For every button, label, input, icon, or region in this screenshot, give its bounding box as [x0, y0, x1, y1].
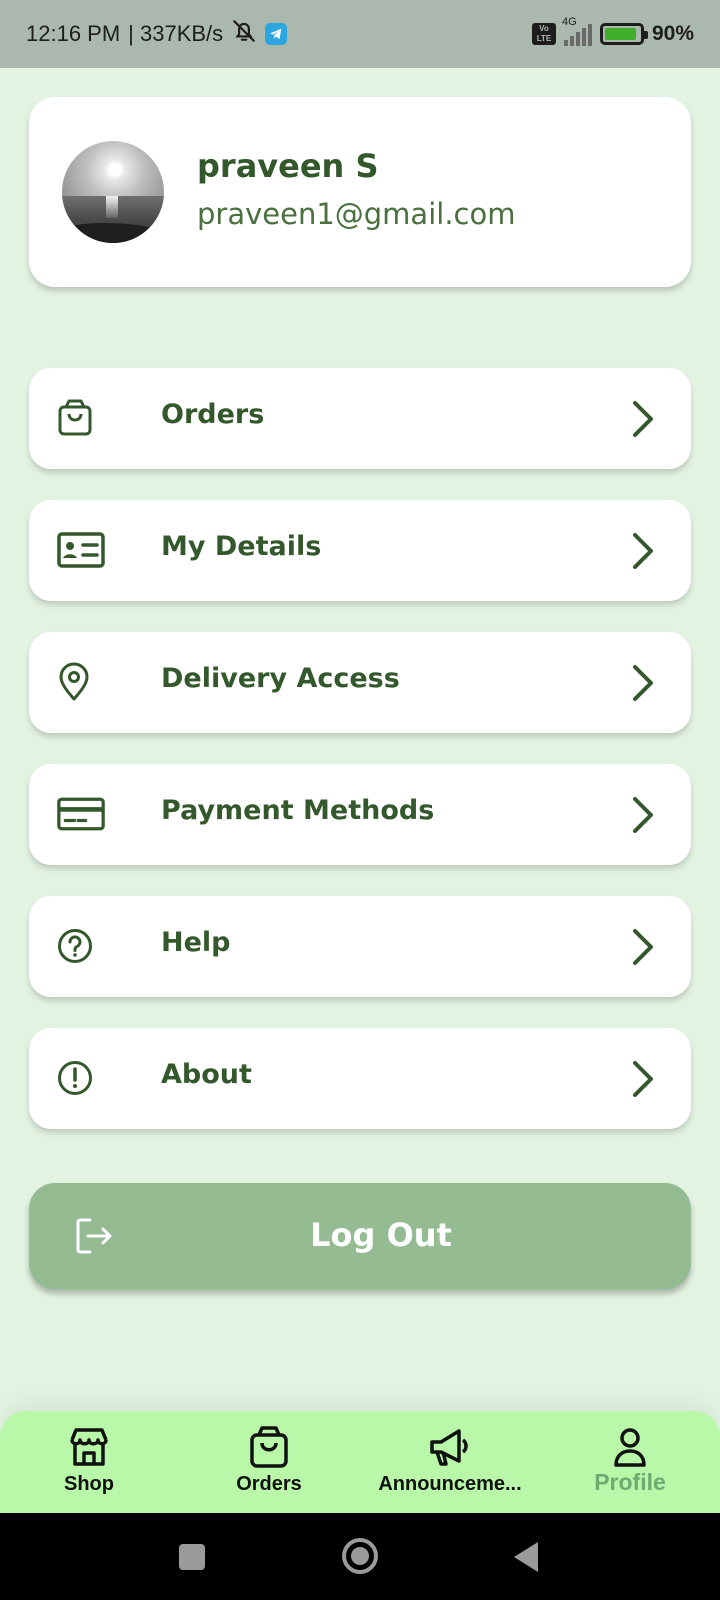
chevron-right-icon: [633, 533, 653, 569]
person-icon: [614, 1428, 646, 1467]
battery-fill: [604, 28, 636, 40]
menu-item-label: Delivery Access: [161, 663, 400, 694]
logout-button[interactable]: Log Out: [29, 1183, 691, 1289]
chevron-right-icon: [633, 665, 653, 701]
logout-label: Log Out: [310, 1216, 452, 1254]
menu-item-orders[interactable]: Orders: [29, 368, 691, 469]
status-bar: 12:16 PM | 337KB/s Vo LTE 4G 90%: [0, 0, 720, 68]
nav-label: Orders: [236, 1473, 302, 1495]
nav-item-shop[interactable]: Shop: [4, 1425, 174, 1505]
volte-icon: Vo LTE: [531, 23, 556, 45]
avatar[interactable]: [62, 141, 164, 243]
status-time: 12:16 PM: [26, 21, 121, 46]
menu-item-about[interactable]: About: [29, 1028, 691, 1129]
status-right: Vo LTE 4G 90%: [531, 16, 694, 46]
menu-item-label: Orders: [161, 399, 265, 430]
status-speed: | 337KB/s: [128, 21, 224, 46]
storefront-icon: [70, 1428, 108, 1466]
shopping-bag-icon: [57, 394, 105, 442]
nav-item-announcements[interactable]: Announceme...: [365, 1425, 535, 1505]
menu-item-label: Help: [161, 927, 231, 958]
recent-apps-button[interactable]: [179, 1544, 205, 1570]
system-nav-bar: [0, 1513, 720, 1600]
shopping-bag-icon: [250, 1426, 288, 1468]
menu-item-label: My Details: [161, 531, 322, 562]
status-left: 12:16 PM | 337KB/s: [26, 18, 288, 50]
menu-item-payment-methods[interactable]: Payment Methods: [29, 764, 691, 865]
back-button[interactable]: [514, 1542, 538, 1572]
profile-card[interactable]: praveen S praveen1@gmail.com: [29, 97, 691, 287]
network-type: 4G: [561, 16, 577, 28]
profile-name: praveen S: [197, 147, 379, 185]
id-card-icon: [57, 526, 105, 574]
menu-item-my-details[interactable]: My Details: [29, 500, 691, 601]
question-circle-icon: [57, 922, 105, 970]
chevron-right-icon: [633, 797, 653, 833]
menu-item-delivery-access[interactable]: Delivery Access: [29, 632, 691, 733]
chevron-right-icon: [633, 929, 653, 965]
menu-item-help[interactable]: Help: [29, 896, 691, 997]
nav-label: Profile: [594, 1469, 666, 1495]
nav-item-orders[interactable]: Orders: [184, 1425, 354, 1505]
exclamation-circle-icon: [57, 1054, 105, 1102]
nav-label: Shop: [64, 1473, 114, 1495]
bell-off-icon: [231, 18, 257, 50]
battery-icon: [599, 23, 648, 45]
battery-percent: 90%: [651, 22, 694, 45]
megaphone-icon: [430, 1429, 468, 1466]
credit-card-icon: [57, 790, 105, 838]
profile-email: praveen1@gmail.com: [197, 197, 516, 231]
nav-label: Announceme...: [378, 1473, 522, 1495]
signal-icon: 4G: [562, 16, 592, 46]
menu-item-label: About: [161, 1059, 252, 1090]
home-button[interactable]: [342, 1538, 378, 1574]
bottom-nav: Shop Orders Announceme... Profile: [0, 1411, 720, 1513]
chevron-right-icon: [633, 1061, 653, 1097]
menu-item-label: Payment Methods: [161, 795, 435, 826]
telegram-icon: [265, 23, 288, 45]
chevron-right-icon: [633, 401, 653, 437]
location-pin-icon: [57, 658, 105, 706]
nav-item-profile[interactable]: Profile: [545, 1425, 715, 1505]
